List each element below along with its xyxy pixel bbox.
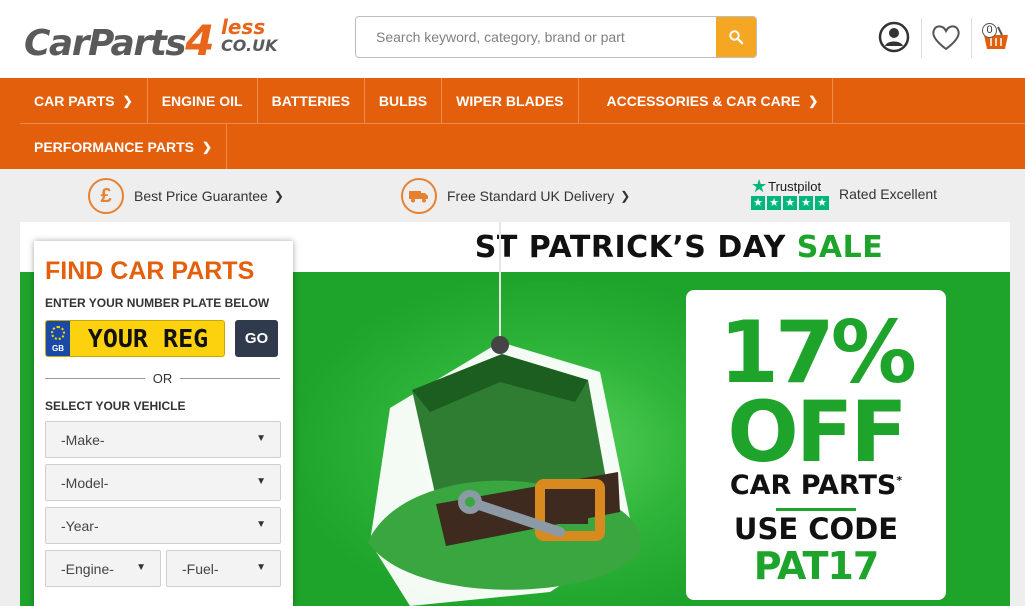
model-select-value: -Model-	[61, 475, 109, 491]
logo-text-couk: CO.UK	[221, 36, 278, 55]
nav-item-label: ACCESSORIES & CAR CARE	[606, 92, 801, 109]
logo-text-carparts: CarParts	[24, 23, 187, 64]
delivery-truck-icon	[401, 178, 437, 214]
trustpilot-star-icon: ★	[751, 176, 768, 196]
trustpilot-brand-text: Trustpilot	[768, 178, 822, 194]
trustpilot-logo: ★ Trustpilot	[751, 176, 831, 196]
wishlist-button[interactable]	[929, 20, 963, 54]
trustpilot-rating-text: Rated Excellent	[839, 186, 938, 202]
leprechaun-hat-illustration	[368, 222, 642, 606]
finder-title: FIND CAR PARTS	[45, 257, 255, 285]
search-bar	[355, 16, 757, 58]
nav-row-primary: CAR PARTS ❯ ENGINE OIL BATTERIES BULBS WIPER …	[20, 78, 834, 123]
dropdown-arrow-icon: ▼	[136, 562, 146, 573]
logo-wordmark: CarParts4	[24, 16, 214, 65]
dropdown-arrow-icon: ▼	[256, 519, 266, 530]
offer-off-text: OFF	[727, 383, 907, 481]
or-text: OR	[152, 371, 173, 386]
chevron-right-icon: ❯	[273, 189, 284, 203]
nav-item-label: WIPER BLADES	[456, 92, 564, 109]
nav-item-label: BULBS	[378, 92, 428, 109]
vehicle-finder-panel: FIND CAR PARTS ENTER YOUR NUMBER PLATE B…	[34, 241, 293, 606]
search-button[interactable]	[716, 17, 756, 57]
usp-price-text: Best Price Guarantee	[134, 188, 268, 204]
nav-item-car-parts[interactable]: CAR PARTS ❯	[20, 78, 148, 123]
offer-asterisk: *	[896, 474, 903, 487]
make-select[interactable]: -Make- ▼	[45, 421, 281, 458]
nav-item-label: PERFORMANCE PARTS	[34, 138, 194, 155]
number-plate-input[interactable]: GB YOUR REG	[45, 320, 225, 357]
nav-item-label: BATTERIES	[271, 92, 350, 109]
trustpilot-badge[interactable]: ★ Trustpilot ★ ★ ★ ★ ★	[751, 176, 831, 214]
star-icon: ★	[783, 196, 797, 210]
nav-item-wiper-blades[interactable]: WIPER BLADES	[442, 78, 579, 123]
engine-select-value: -Engine-	[61, 561, 114, 577]
pound-icon: £	[88, 178, 124, 214]
usp-delivery-text: Free Standard UK Delivery	[447, 188, 615, 204]
logo-text-four: 4	[185, 16, 214, 65]
year-select-value: -Year-	[61, 518, 99, 534]
offer-category: CAR PARTS*	[686, 470, 946, 501]
plate-placeholder-text: YOUR REG	[87, 324, 209, 353]
basket-count-badge: 0	[982, 23, 997, 38]
make-select-value: -Make-	[61, 432, 105, 448]
offer-card: 17% OFF CAR PARTS* USE CODE PAT17	[686, 290, 946, 600]
logo-text-less: less	[221, 15, 266, 39]
dropdown-arrow-icon: ▼	[256, 562, 266, 573]
offer-promo-code: PAT17	[753, 544, 880, 588]
plate-country-code: GB	[52, 344, 64, 353]
nav-item-accessories-car-care[interactable]: ACCESSORIES & CAR CARE ❯	[593, 78, 834, 123]
nav-row-secondary: PERFORMANCE PARTS ❯	[20, 124, 228, 169]
offer-category-text: CAR PARTS	[729, 470, 897, 501]
chevron-right-icon: ❯	[201, 139, 213, 154]
eu-stars-icon	[51, 326, 65, 340]
select-vehicle-label: SELECT YOUR VEHICLE	[45, 399, 186, 413]
nav-item-performance-parts[interactable]: PERFORMANCE PARTS ❯	[20, 124, 228, 169]
offer-divider	[776, 508, 856, 511]
search-icon	[729, 30, 744, 45]
chevron-right-icon: ❯	[808, 93, 819, 108]
dropdown-arrow-icon: ▼	[256, 433, 266, 444]
star-icon: ★	[767, 196, 781, 210]
number-plate-label: ENTER YOUR NUMBER PLATE BELOW	[45, 296, 270, 310]
account-button[interactable]	[877, 20, 911, 54]
chevron-right-icon: ❯	[122, 93, 133, 108]
trustpilot-rating-stars: ★ ★ ★ ★ ★	[751, 196, 831, 210]
header-divider	[921, 18, 922, 58]
star-icon: ★	[799, 196, 813, 210]
search-input[interactable]	[356, 17, 718, 57]
banner-headline-sale: SALE	[796, 230, 884, 265]
nav-item-label: CAR PARTS	[34, 92, 115, 109]
star-icon: ★	[751, 196, 765, 210]
plate-eu-flag: GB	[46, 321, 70, 356]
nav-item-label: ENGINE OIL	[161, 92, 243, 109]
usp-price-guarantee[interactable]: £ Best Price Guarantee ❯	[88, 178, 284, 214]
engine-select[interactable]: -Engine- ▼	[45, 550, 161, 587]
fuel-select-value: -Fuel-	[182, 561, 219, 577]
fuel-select[interactable]: -Fuel- ▼	[166, 550, 281, 587]
dropdown-arrow-icon: ▼	[256, 476, 266, 487]
nav-item-bulbs[interactable]: BULBS	[365, 78, 443, 123]
model-select[interactable]: -Model- ▼	[45, 464, 281, 501]
usp-free-delivery[interactable]: Free Standard UK Delivery ❯	[401, 178, 631, 214]
offer-use-code-label: USE CODE	[733, 512, 899, 546]
nav-item-batteries[interactable]: BATTERIES	[258, 78, 365, 123]
nav-item-engine-oil[interactable]: ENGINE OIL	[148, 78, 258, 123]
chevron-right-icon: ❯	[620, 189, 631, 203]
main-navigation: CAR PARTS ❯ ENGINE OIL BATTERIES BULBS WIPER …	[0, 78, 1025, 169]
header-divider	[971, 18, 972, 58]
star-icon: ★	[815, 196, 829, 210]
user-icon	[878, 21, 910, 53]
or-separator: OR	[45, 370, 280, 386]
go-button[interactable]: GO	[235, 320, 278, 357]
site-header: CarParts4 less CO.UK Search keyword, cat…	[0, 0, 1025, 78]
heart-icon	[932, 25, 960, 51]
year-select[interactable]: -Year- ▼	[45, 507, 281, 544]
